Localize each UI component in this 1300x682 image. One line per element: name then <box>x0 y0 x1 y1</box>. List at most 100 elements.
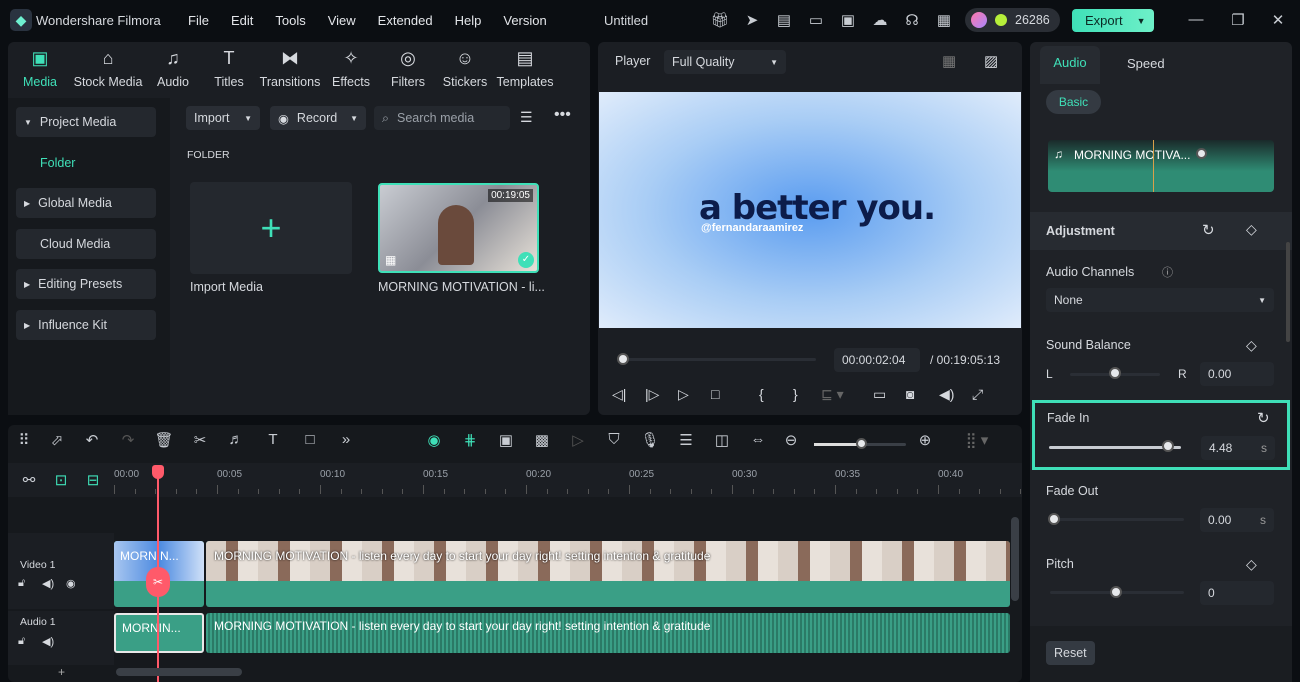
pitch-input[interactable]: 0 <box>1200 581 1274 605</box>
microphone-icon[interactable]: 🎙︎ <box>632 431 668 449</box>
playhead-handle[interactable] <box>152 465 164 479</box>
track-group-icon[interactable]: ⊟ <box>78 471 108 489</box>
gift-icon[interactable]: 🎁︎ <box>704 11 736 29</box>
menu-edit[interactable]: Edit <box>231 13 253 28</box>
zoom-out-icon[interactable]: ⊖ <box>776 431 806 449</box>
ai-effect-icon[interactable]: ▩ <box>524 431 560 449</box>
tab-audio-properties[interactable]: Audio <box>1040 46 1100 84</box>
sidebar-folder[interactable]: Folder <box>40 156 75 170</box>
fit-icon[interactable]: ⇔ <box>740 431 776 449</box>
eye-icon[interactable]: ◉ <box>66 577 76 590</box>
apps-icon[interactable]: ▦ <box>928 11 960 29</box>
fullscreen-icon[interactable]: ⤢ <box>972 386 1005 403</box>
vertical-scrollbar[interactable] <box>1011 517 1019 601</box>
task-icon[interactable]: ▤ <box>768 11 800 29</box>
tab-media[interactable]: ▣ Media <box>20 48 60 98</box>
basic-button[interactable]: Basic <box>1046 90 1101 114</box>
tab-transitions[interactable]: ⧓ Transitions <box>260 48 321 98</box>
keyframe-icon[interactable]: ◇ <box>1246 556 1257 573</box>
marker-icon[interactable]: ⛉ <box>596 431 632 449</box>
prev-frame-icon[interactable]: ◁| <box>612 386 645 403</box>
lock-icon[interactable]: 🔓︎ <box>18 635 25 648</box>
display-icon[interactable]: ▭ <box>873 386 906 403</box>
ai-clip-icon[interactable]: ▣ <box>488 431 524 449</box>
save-icon[interactable]: ▣ <box>832 11 864 29</box>
unlink-icon[interactable]: ⚯ <box>14 471 44 489</box>
mute-icon[interactable]: ◀) <box>42 635 54 648</box>
keyframe-icon[interactable]: ◇ <box>1246 337 1257 354</box>
reset-icon[interactable]: ↻ <box>1202 221 1215 239</box>
add-track-icon[interactable]: + <box>58 665 65 679</box>
record-button[interactable]: ◉ Record ▼ <box>270 106 366 130</box>
fade-handle[interactable] <box>1196 148 1207 159</box>
reset-button[interactable]: Reset <box>1046 641 1095 665</box>
current-time[interactable]: 00:00:02:04 <box>834 348 920 372</box>
insert-icon[interactable]: ⊑ ▾ <box>821 386 873 403</box>
tab-stickers[interactable]: ☺ Stickers <box>434 48 496 98</box>
next-frame-icon[interactable]: |▷ <box>645 386 678 403</box>
time-ruler[interactable]: 00:00 00:05 00:10 00:15 00:20 00:25 00:30 00:35… <box>114 469 1022 497</box>
tab-titles[interactable]: T Titles <box>198 48 260 98</box>
send-icon[interactable]: ➤ <box>736 11 768 29</box>
scissors-icon[interactable]: ✂ <box>182 431 218 449</box>
sidebar-cloud-media[interactable]: Cloud Media <box>16 229 156 259</box>
export-button[interactable]: Export ▼ <box>1072 9 1154 32</box>
snapshot-view-icon[interactable]: ▨ <box>984 52 998 70</box>
select-tool-icon[interactable]: ⬀ <box>40 431 74 449</box>
close-icon[interactable]: ✕ <box>1262 11 1294 29</box>
menu-view[interactable]: View <box>328 13 356 28</box>
undo-icon[interactable]: ↶ <box>74 431 110 449</box>
account-credits[interactable]: 26286 <box>965 8 1060 32</box>
text-tool-icon[interactable]: T <box>254 431 292 449</box>
sidebar-influence-kit[interactable]: ▶ Influence Kit <box>16 310 156 340</box>
crop-icon[interactable]: □ <box>292 431 328 449</box>
fade-out-input[interactable]: 0.00 s <box>1200 508 1274 532</box>
quality-select[interactable]: Full Quality ▼ <box>664 50 786 74</box>
redo-icon[interactable]: ↷ <box>110 431 146 449</box>
link-icon[interactable]: ⊡ <box>46 471 76 489</box>
tab-filters[interactable]: ◎ Filters <box>382 48 434 98</box>
sidebar-editing-presets[interactable]: ▶ Editing Presets <box>16 269 156 299</box>
tab-templates[interactable]: ▤ Templates <box>496 48 554 98</box>
snap-icon[interactable]: ⋕ <box>452 431 488 449</box>
media-clip-thumbnail[interactable]: 00:19:05 ▦ ✓ <box>378 183 539 273</box>
keyframe-icon[interactable]: ◇ <box>1246 221 1257 238</box>
sidebar-global-media[interactable]: ▶ Global Media <box>16 188 156 218</box>
menu-tools[interactable]: Tools <box>275 13 305 28</box>
tab-audio[interactable]: ♫ Audio <box>148 48 198 98</box>
restore-icon[interactable]: ❐ <box>1222 11 1254 29</box>
progress-knob[interactable] <box>617 353 629 365</box>
auto-sync-icon[interactable]: ◫ <box>704 431 740 449</box>
search-input[interactable]: ⌕ Search media <box>374 106 510 130</box>
fade-in-knob[interactable] <box>1161 440 1174 452</box>
mute-icon[interactable]: ◀) <box>42 577 54 590</box>
tab-speed[interactable]: Speed <box>1127 56 1165 71</box>
audio-channels-select[interactable]: None ▼ <box>1046 288 1274 312</box>
lock-icon[interactable]: 🔓︎ <box>18 577 25 590</box>
zoom-knob[interactable] <box>856 438 867 449</box>
volume-icon[interactable]: ◀) <box>939 386 972 403</box>
more-tools-icon[interactable]: » <box>328 431 364 449</box>
tab-stock-media[interactable]: ⌂ Stock Media <box>68 48 148 98</box>
layout-grid-icon[interactable]: ⠿ <box>8 431 40 449</box>
filter-sort-icon[interactable]: ☰ <box>520 109 533 126</box>
audio-mixer-icon[interactable]: ☰ <box>668 431 704 449</box>
import-media-tile[interactable]: + <box>190 182 352 274</box>
layout-icon[interactable]: ▭ <box>800 11 832 29</box>
audio-edit-icon[interactable]: ♬ <box>218 431 254 449</box>
reset-icon[interactable]: ↻ <box>1257 409 1270 427</box>
panel-scrollbar[interactable] <box>1286 242 1290 342</box>
render-icon[interactable]: ▷ <box>560 431 596 449</box>
tab-effects[interactable]: ✧ Effects <box>320 48 382 98</box>
audio-clip-short[interactable]: MORNIN... <box>114 613 204 653</box>
video-preview[interactable]: a better you. @fernandaraamirez <box>599 92 1021 328</box>
playback-progress[interactable] <box>622 358 816 361</box>
cloud-icon[interactable]: ☁ <box>864 11 896 29</box>
sidebar-project-media[interactable]: ▼ Project Media <box>16 107 156 137</box>
menu-version[interactable]: Version <box>503 13 546 28</box>
play-icon[interactable]: ▷ <box>678 386 711 403</box>
mark-in-icon[interactable]: { <box>759 386 793 403</box>
horizontal-scrollbar[interactable] <box>116 668 242 676</box>
fade-in-input[interactable]: 4.48 s <box>1201 436 1275 460</box>
delete-icon[interactable]: 🗑︎ <box>146 431 182 449</box>
